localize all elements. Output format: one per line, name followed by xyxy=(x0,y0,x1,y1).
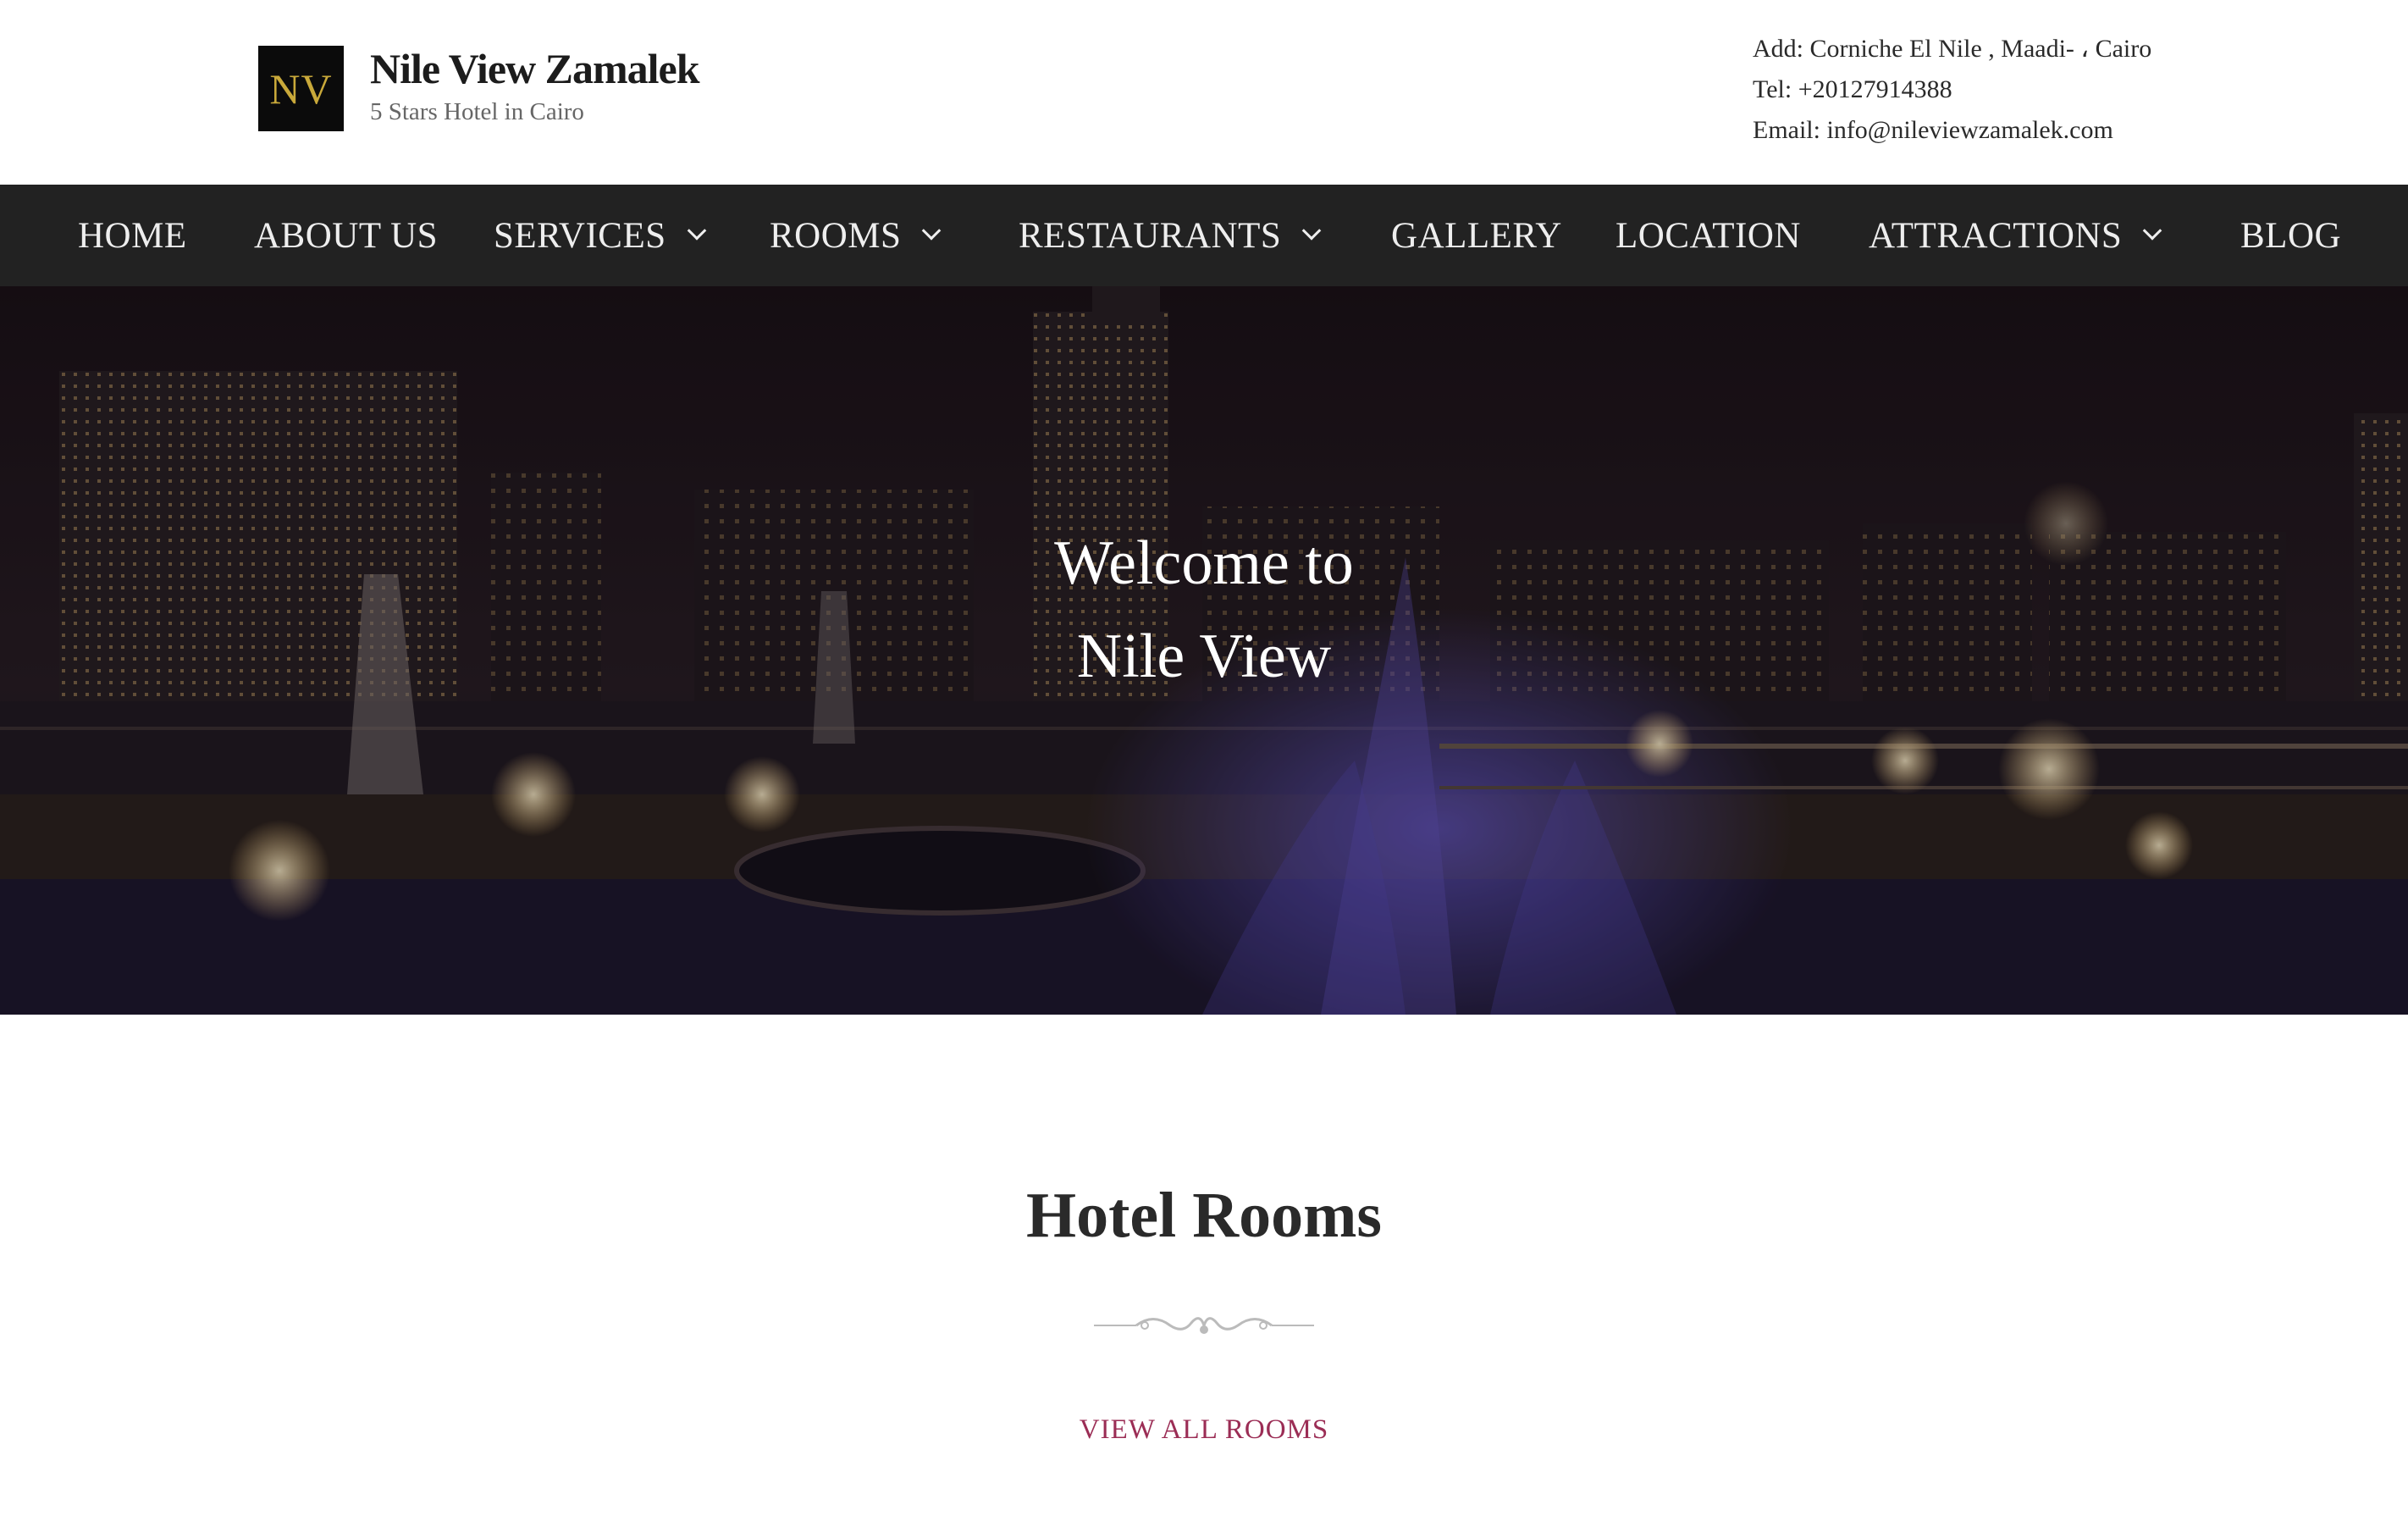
ornament-divider-icon xyxy=(1094,1317,1314,1334)
chevron-down-icon xyxy=(687,221,706,241)
nav-item-label: HOME xyxy=(78,215,187,256)
nav-item-label: BLOG xyxy=(2240,215,2342,256)
nav-item-label: ATTRACTIONS xyxy=(1869,215,2123,256)
hero-heading-line-2: Nile View xyxy=(1076,622,1332,691)
nav-item-label: ABOUT US xyxy=(254,215,439,256)
hero-heading: Welcome to Nile View xyxy=(0,517,2408,703)
chevron-down-icon xyxy=(1301,221,1322,241)
contact-tel: Tel: +20127914388 xyxy=(1753,75,1952,103)
site-title[interactable]: Nile View Zamalek xyxy=(370,44,700,93)
site-tagline: 5 Stars Hotel in Cairo xyxy=(370,98,584,125)
contact-email: Email: info@nileviewzamalek.com xyxy=(1753,116,2113,144)
contact-info: Add: Corniche El Nile , Maadi- ، Cairo T… xyxy=(1753,29,2151,151)
nav-item-gallery[interactable]: GALLERY xyxy=(1391,185,1562,286)
nav-item-services[interactable]: SERVICES xyxy=(494,185,706,286)
logo-text: NV xyxy=(269,64,333,113)
nav-item-location[interactable]: LOCATION xyxy=(1615,185,1801,286)
nav-item-label: ROOMS xyxy=(770,215,902,256)
section-title-hotel-rooms: Hotel Rooms xyxy=(1025,1180,1383,1251)
nav-item-rooms[interactable]: ROOMS xyxy=(770,185,942,286)
nav-item-label: SERVICES xyxy=(494,215,666,256)
nav-item-about-us[interactable]: ABOUT US xyxy=(254,185,438,286)
nav-item-attractions[interactable]: ATTRACTIONS xyxy=(1869,185,2162,286)
contact-address: Add: Corniche El Nile , Maadi- ، Cairo xyxy=(1753,35,2152,63)
nav-item-label: RESTAURANTS xyxy=(1019,215,1282,256)
chevron-down-icon xyxy=(2143,221,2162,241)
hero-banner: Welcome to Nile View xyxy=(0,286,2408,1015)
hero-heading-line-1: Welcome to xyxy=(1054,528,1354,598)
site-logo[interactable]: NV xyxy=(258,46,344,131)
main-nav: HOME ABOUT US SERVICES ROOMS RESTAURANTS… xyxy=(0,185,2408,286)
chevron-down-icon xyxy=(922,221,942,241)
nav-item-restaurants[interactable]: RESTAURANTS xyxy=(1019,185,1322,286)
nav-item-label: GALLERY xyxy=(1391,215,1562,256)
nav-item-label: LOCATION xyxy=(1615,215,1801,256)
view-all-rooms-link[interactable]: VIEW ALL ROOMS xyxy=(0,1414,2408,1446)
nav-item-home[interactable]: HOME xyxy=(78,185,187,286)
site-header: NV Nile View Zamalek 5 Stars Hotel in Ca… xyxy=(0,0,2408,185)
nav-item-blog[interactable]: BLOG xyxy=(2240,185,2341,286)
